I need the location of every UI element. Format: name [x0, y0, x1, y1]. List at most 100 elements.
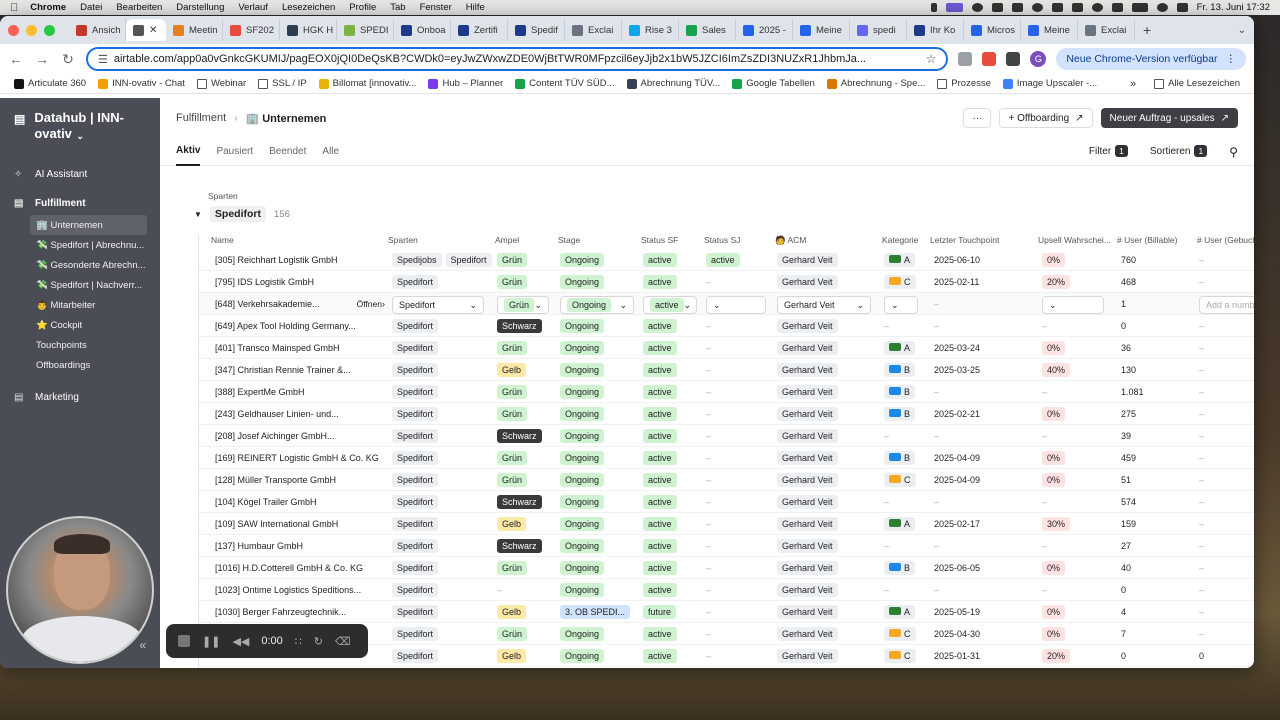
menu-item[interactable]: Fenster [420, 2, 452, 13]
table-row[interactable]: [1023] Ontime Logistics Speditions... Spe… [199, 579, 1254, 601]
table-cell[interactable]: active ⌄ [643, 293, 703, 315]
table-cell[interactable]: – [1199, 601, 1254, 623]
column-header[interactable]: Letzter Touchpoint [930, 235, 999, 245]
table-cell[interactable]: 2025-04-09 [934, 469, 1034, 491]
bookmark-folder[interactable]: Webinar [191, 78, 252, 89]
table-cell[interactable]: – [1042, 535, 1112, 557]
table-cell[interactable]: – [706, 513, 771, 535]
table-cell[interactable]: – [884, 579, 928, 601]
table-cell[interactable]: – [706, 579, 771, 601]
table-cell[interactable]: 0% [1042, 403, 1112, 425]
table-cell[interactable]: – [1199, 403, 1254, 425]
table-cell[interactable]: 459 [1121, 447, 1191, 469]
search-icon[interactable]: ⚲ [1229, 145, 1238, 159]
table-cell[interactable]: C [884, 623, 928, 645]
close-tab-icon[interactable]: ✕ [149, 25, 157, 36]
table-cell[interactable]: active [643, 469, 703, 491]
table-cell[interactable]: Gerhard Veit [777, 623, 877, 645]
table-row[interactable]: [649] Apex Tool Holding Germany... Spedif… [199, 315, 1254, 337]
kebab-menu-icon[interactable]: ⋮ [1226, 53, 1237, 65]
status-icon[interactable] [991, 3, 1003, 12]
table-cell[interactable]: Ongoing [560, 337, 640, 359]
wifi-icon[interactable] [1111, 3, 1123, 12]
table-cell[interactable]: active [643, 623, 703, 645]
table-cell[interactable]: – [706, 491, 771, 513]
table-cell[interactable]: 2025-01-31 [934, 645, 1034, 667]
sidebar-subitem[interactable]: 💸 Spedifort | Abrechnu... [0, 235, 160, 255]
status-icon[interactable] [1071, 3, 1083, 12]
control-center-icon[interactable] [1176, 3, 1188, 12]
menu-app[interactable]: Chrome [30, 2, 66, 13]
table-cell[interactable]: Add a number... [1199, 293, 1254, 315]
screen-recorder-icon[interactable] [945, 3, 963, 12]
table-cell[interactable]: 760 [1121, 249, 1191, 271]
table-cell[interactable]: – [1199, 513, 1254, 535]
table-cell[interactable]: Gelb [497, 645, 557, 667]
browser-tab[interactable]: Zertifi [451, 19, 508, 41]
table-cell[interactable]: Gerhard Veit [777, 403, 877, 425]
table-cell[interactable]: Spedijobs Spedifort [392, 249, 496, 271]
table-cell[interactable]: – [706, 403, 771, 425]
table-cell[interactable]: Spedifort [392, 513, 496, 535]
table-cell[interactable]: active [643, 513, 703, 535]
table-cell[interactable]: – [497, 579, 557, 601]
table-row[interactable]: [104] Kögel Trailer GmbH Spedifort Schwarz… [199, 491, 1254, 513]
table-cell[interactable]: Grün [497, 271, 557, 293]
close-window-button[interactable] [8, 24, 19, 36]
bookmark-item[interactable]: Abrechnung TÜV... [621, 78, 727, 89]
table-cell[interactable]: [388] ExpertMe GmbH [215, 381, 385, 403]
table-cell[interactable]: – [934, 535, 1034, 557]
table-cell[interactable]: Gerhard Veit [777, 491, 877, 513]
table-cell[interactable]: – [1199, 579, 1254, 601]
table-cell[interactable]: Ongoing ⌄ [560, 293, 640, 315]
extension-icon[interactable] [958, 52, 973, 66]
table-cell[interactable]: Gerhard Veit [777, 271, 877, 293]
table-cell[interactable]: – [934, 579, 1034, 601]
browser-tab[interactable]: Ansich [69, 19, 126, 41]
table-cell[interactable]: – [706, 623, 771, 645]
table-cell[interactable]: Gerhard Veit [777, 579, 877, 601]
upsell-select[interactable]: ⌄ [1042, 296, 1104, 314]
sidebar-section-fulfillment[interactable]: ▤ Fulfillment [0, 193, 160, 213]
extension-icon[interactable] [982, 52, 997, 66]
all-bookmarks-folder[interactable]: Alle Lesezeichen [1148, 78, 1246, 89]
table-cell[interactable]: Spedifort [392, 535, 496, 557]
browser-tab[interactable]: SF202 [223, 19, 280, 41]
bookmark-item[interactable]: Abrechnung - Spe... [821, 78, 932, 89]
table-cell[interactable]: Gerhard Veit [777, 249, 877, 271]
base-title[interactable]: ▤ Datahub | INN-ovativ ⌄ [0, 110, 160, 144]
table-cell[interactable]: Spedifort [392, 425, 496, 447]
table-cell[interactable]: A [884, 513, 928, 535]
column-header[interactable]: Upsell Wahrschei... [1038, 235, 1111, 245]
table-cell[interactable]: 4 [1121, 601, 1191, 623]
table-cell[interactable]: 0% [1042, 249, 1112, 271]
trash-icon[interactable]: ⌫ [335, 635, 351, 648]
table-cell[interactable]: ⌄ [884, 293, 928, 315]
table-cell[interactable]: Gerhard Veit [777, 469, 877, 491]
menu-item[interactable]: Verlauf [238, 2, 268, 13]
column-header[interactable]: Kategorie [882, 235, 918, 245]
table-cell[interactable]: B [884, 381, 928, 403]
zoom-window-button[interactable] [44, 24, 55, 36]
table-cell[interactable]: [243] Geldhauser Linien- und... [215, 403, 385, 425]
table-row[interactable]: [128] Müller Transporte GmbH Spedifort Grü… [199, 469, 1254, 491]
table-cell[interactable]: – [1042, 381, 1112, 403]
table-cell[interactable]: Ongoing [560, 271, 640, 293]
column-header[interactable]: # User (Billable) [1117, 235, 1177, 245]
table-cell[interactable]: 40% [1042, 359, 1112, 381]
bookmarks-overflow-icon[interactable]: » [1130, 78, 1136, 90]
sidebar-subitem[interactable]: 👨 Mitarbeiter [0, 295, 160, 315]
column-header[interactable]: Ampel [495, 235, 519, 245]
table-cell[interactable]: ⌄ [1042, 293, 1112, 315]
table-cell[interactable]: 0% [1042, 337, 1112, 359]
table-cell[interactable]: [128] Müller Transporte GmbH [215, 469, 385, 491]
tab-aktiv[interactable]: Aktiv [176, 138, 201, 166]
table-cell[interactable]: active [706, 249, 771, 271]
table-cell[interactable]: Grün [497, 557, 557, 579]
site-info-icon[interactable]: ☰ [98, 53, 108, 66]
table-cell[interactable]: Ongoing [560, 381, 640, 403]
table-cell[interactable]: active [643, 491, 703, 513]
browser-tab[interactable]: Sales [679, 19, 736, 41]
table-cell[interactable]: Ongoing [560, 491, 640, 513]
table-cell[interactable]: Spedifort [392, 359, 496, 381]
